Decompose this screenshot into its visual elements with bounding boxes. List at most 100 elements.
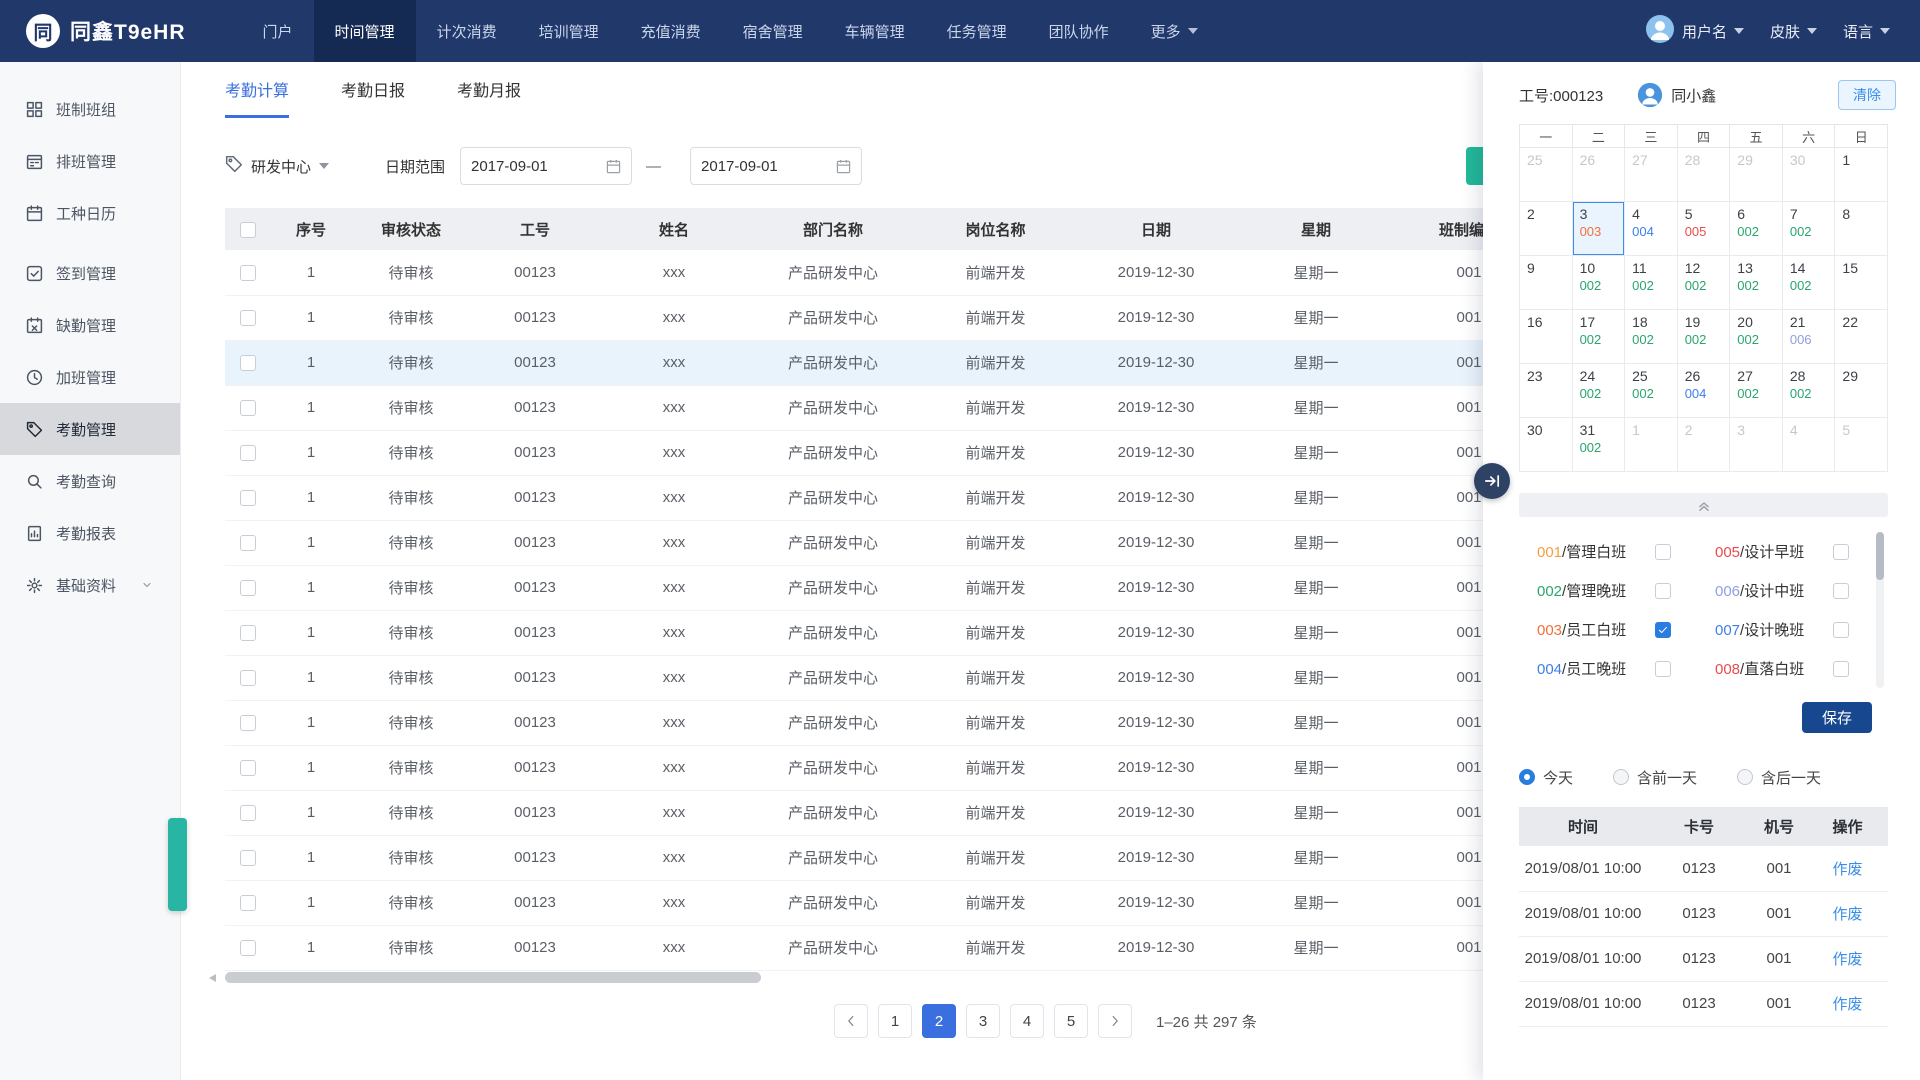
row-checkbox[interactable] — [240, 264, 256, 281]
row-checkbox[interactable] — [240, 850, 256, 867]
calendar-collapse-bar[interactable] — [1519, 493, 1888, 517]
calendar-day[interactable]: 28 002 — [1782, 364, 1836, 418]
sidebar-item[interactable]: 考勤查询 — [0, 455, 180, 507]
calendar-day[interactable]: 2 — [1520, 202, 1573, 256]
shift-checkbox[interactable] — [1833, 582, 1849, 599]
nav-item[interactable]: 车辆管理 — [824, 0, 926, 62]
calendar-day[interactable]: 19 002 — [1677, 310, 1731, 364]
calendar-day[interactable]: 12 002 — [1677, 256, 1731, 310]
sidebar-item[interactable]: 缺勤管理 — [0, 299, 180, 351]
calendar-day[interactable]: 30 — [1782, 148, 1836, 202]
calendar-day[interactable]: 25 — [1520, 148, 1573, 202]
calendar-day[interactable]: 27 — [1625, 148, 1678, 202]
page-button-5[interactable]: 5 — [1054, 1004, 1088, 1038]
calendar-day[interactable]: 29 — [1730, 148, 1783, 202]
nav-item[interactable]: 宿舍管理 — [722, 0, 824, 62]
void-link[interactable]: 作废 — [1832, 996, 1862, 1013]
row-checkbox[interactable] — [240, 805, 256, 822]
scrollbar-thumb[interactable] — [1876, 532, 1884, 580]
prev-page-button[interactable] — [834, 1004, 868, 1038]
row-checkbox[interactable] — [240, 625, 256, 642]
calendar-day[interactable]: 16 — [1520, 310, 1573, 364]
sidebar-item[interactable]: 签到管理 — [0, 247, 180, 299]
calendar-day[interactable]: 28 — [1677, 148, 1731, 202]
clear-button[interactable]: 清除 — [1838, 80, 1896, 110]
date-to-value[interactable] — [701, 157, 837, 175]
calendar-day[interactable]: 13 002 — [1730, 256, 1783, 310]
calendar-day[interactable]: 23 — [1520, 364, 1573, 418]
calendar-day[interactable]: 31 002 — [1572, 418, 1626, 472]
page-button-1[interactable]: 1 — [878, 1004, 912, 1038]
calendar-day[interactable]: 3 003 — [1572, 202, 1626, 256]
sidebar-item[interactable]: 工种日历 — [0, 187, 180, 239]
calendar-day[interactable]: 26 004 — [1677, 364, 1731, 418]
calendar-day[interactable]: 24 002 — [1572, 364, 1626, 418]
calendar-day[interactable]: 22 — [1835, 310, 1888, 364]
calendar-day[interactable]: 29 — [1835, 364, 1888, 418]
shift-checkbox[interactable] — [1833, 543, 1849, 560]
language-menu[interactable]: 语言 — [1843, 21, 1890, 42]
row-checkbox[interactable] — [240, 670, 256, 687]
nav-item[interactable]: 充值消费 — [620, 0, 722, 62]
calendar-day[interactable]: 2 — [1677, 418, 1731, 472]
nav-item[interactable]: 培训管理 — [518, 0, 620, 62]
radio-option[interactable]: 含前一天 — [1613, 767, 1697, 788]
page-button-2[interactable]: 2 — [922, 1004, 956, 1038]
user-menu[interactable]: 用户名 — [1645, 14, 1744, 48]
row-checkbox[interactable] — [240, 715, 256, 732]
void-link[interactable]: 作废 — [1832, 906, 1862, 923]
nav-item[interactable]: 门户 — [242, 0, 314, 62]
horizontal-scrollbar[interactable] — [209, 972, 1483, 984]
calendar-day[interactable]: 17 002 — [1572, 310, 1626, 364]
page-button-3[interactable]: 3 — [966, 1004, 1000, 1038]
calendar-day[interactable]: 21 006 — [1782, 310, 1836, 364]
calendar-day[interactable]: 15 — [1835, 256, 1888, 310]
nav-item[interactable]: 计次消费 — [416, 0, 518, 62]
row-checkbox[interactable] — [240, 445, 256, 462]
calendar-day[interactable]: 18 002 — [1625, 310, 1678, 364]
row-checkbox[interactable] — [240, 490, 256, 507]
calendar-day[interactable]: 14 002 — [1782, 256, 1836, 310]
calendar-day[interactable]: 20 002 — [1730, 310, 1783, 364]
date-from-value[interactable] — [471, 157, 607, 175]
row-checkbox[interactable] — [240, 895, 256, 912]
row-checkbox[interactable] — [240, 535, 256, 552]
void-link[interactable]: 作废 — [1832, 861, 1862, 878]
sidebar-item[interactable]: 考勤管理 — [0, 403, 180, 455]
calendar-day[interactable]: 7 002 — [1782, 202, 1836, 256]
date-to-input[interactable] — [690, 147, 863, 185]
sidebar-item[interactable]: 考勤报表 — [0, 507, 180, 559]
nav-item[interactable]: 时间管理 — [313, 0, 416, 62]
calendar-day[interactable]: 26 — [1572, 148, 1626, 202]
row-checkbox[interactable] — [240, 400, 256, 417]
page-button-4[interactable]: 4 — [1010, 1004, 1044, 1038]
calendar-day[interactable]: 27 002 — [1730, 364, 1783, 418]
shift-list-scrollbar[interactable] — [1876, 532, 1884, 688]
calendar-day[interactable]: 10 002 — [1572, 256, 1626, 310]
calendar-day[interactable]: 1 — [1625, 418, 1678, 472]
nav-item[interactable]: 任务管理 — [926, 0, 1028, 62]
row-checkbox[interactable] — [240, 310, 256, 327]
calendar-day[interactable]: 25 002 — [1625, 364, 1678, 418]
calendar-day[interactable]: 8 — [1835, 202, 1888, 256]
sidebar-item[interactable]: 排班管理 — [0, 135, 180, 187]
calendar-day[interactable]: 5 — [1835, 418, 1888, 472]
date-from-input[interactable] — [460, 147, 633, 185]
shift-checkbox[interactable] — [1655, 543, 1671, 560]
tab-2[interactable]: 考勤月报 — [457, 62, 521, 118]
tab-1[interactable]: 考勤日报 — [341, 62, 405, 118]
calendar-day[interactable]: 11 002 — [1625, 256, 1678, 310]
shift-checkbox[interactable] — [1655, 582, 1671, 599]
calendar-day[interactable]: 9 — [1520, 256, 1573, 310]
shift-checkbox[interactable] — [1655, 660, 1671, 677]
tab-0[interactable]: 考勤计算 — [225, 62, 290, 118]
skin-menu[interactable]: 皮肤 — [1770, 21, 1817, 42]
row-checkbox[interactable] — [240, 355, 256, 372]
department-select[interactable]: 研发中心 — [225, 155, 330, 177]
select-all-checkbox[interactable] — [240, 221, 256, 238]
shift-checkbox[interactable] — [1833, 621, 1849, 638]
sidebar-item[interactable]: 基础资料 — [0, 559, 180, 611]
sidebar-item[interactable]: 班制班组 — [0, 83, 180, 135]
shift-checkbox[interactable] — [1655, 621, 1671, 638]
calendar-day[interactable]: 4 — [1782, 418, 1836, 472]
